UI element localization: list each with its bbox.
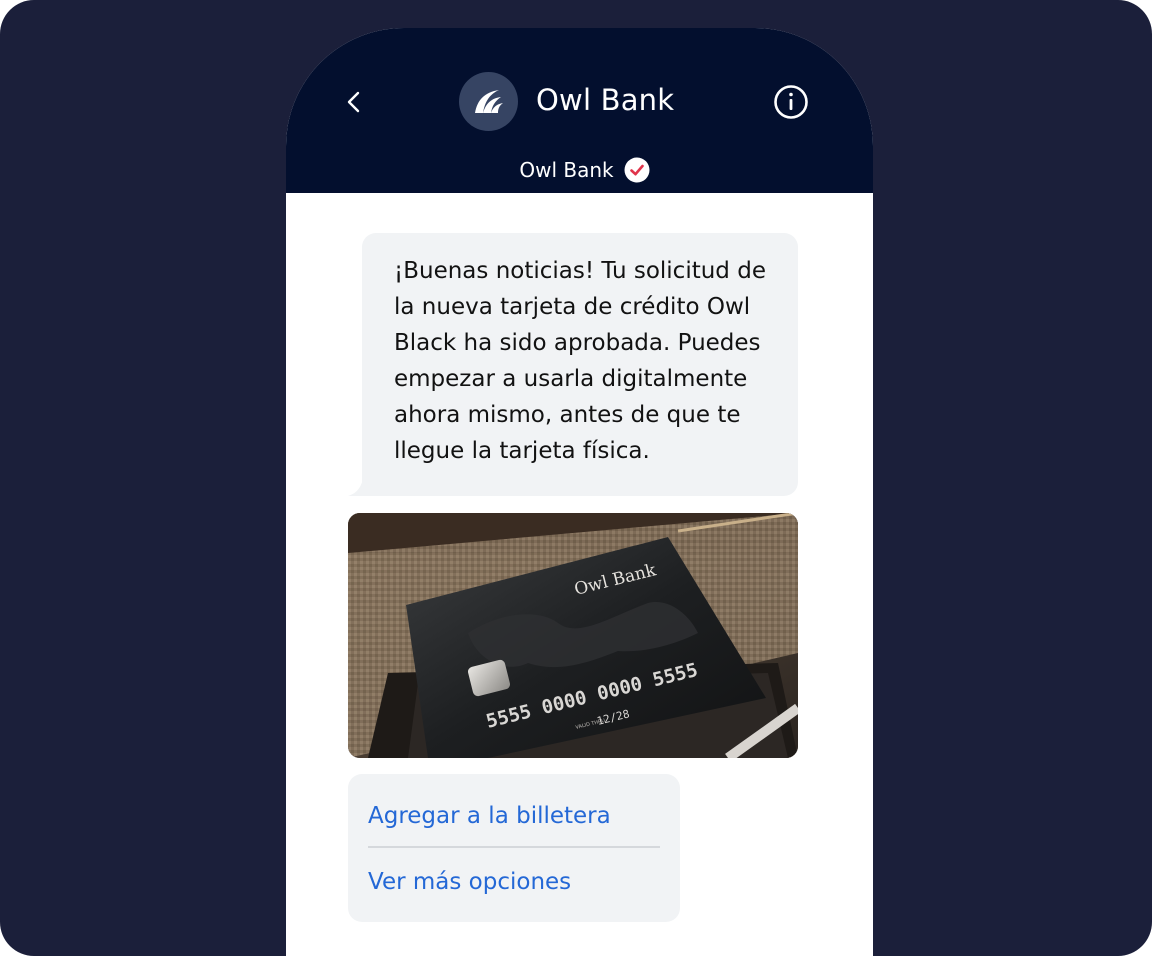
phone-screen: Owl Bank Owl Bank ¡Buenas noticias! Tu s… [286, 28, 873, 956]
sender-row: Owl Bank [286, 156, 873, 184]
more-options-button[interactable]: Ver más opciones [368, 866, 571, 898]
message-text: ¡Buenas noticias! Tu solicitud de la nue… [394, 258, 766, 464]
message-bubble: ¡Buenas noticias! Tu solicitud de la nue… [362, 233, 798, 496]
suggested-actions: Agregar a la billetera Ver más opciones [348, 774, 680, 922]
sender-name: Owl Bank [519, 158, 614, 182]
info-icon[interactable] [773, 84, 809, 120]
credit-card-image[interactable]: Owl Bank 5555 0000 0000 5555 VALID THRU … [348, 513, 798, 758]
verified-check-icon [624, 157, 650, 183]
avatar[interactable] [459, 72, 518, 131]
app-canvas: Owl Bank Owl Bank ¡Buenas noticias! Tu s… [0, 0, 1152, 956]
chat-title: Owl Bank [536, 83, 675, 117]
chevron-left-icon[interactable] [344, 90, 366, 114]
add-to-wallet-button[interactable]: Agregar a la billetera [368, 800, 611, 832]
divider [368, 846, 660, 848]
owl-bank-logo [475, 90, 503, 113]
chat-header: Owl Bank Owl Bank [286, 28, 873, 193]
card-photo: Owl Bank 5555 0000 0000 5555 VALID THRU … [348, 513, 798, 758]
